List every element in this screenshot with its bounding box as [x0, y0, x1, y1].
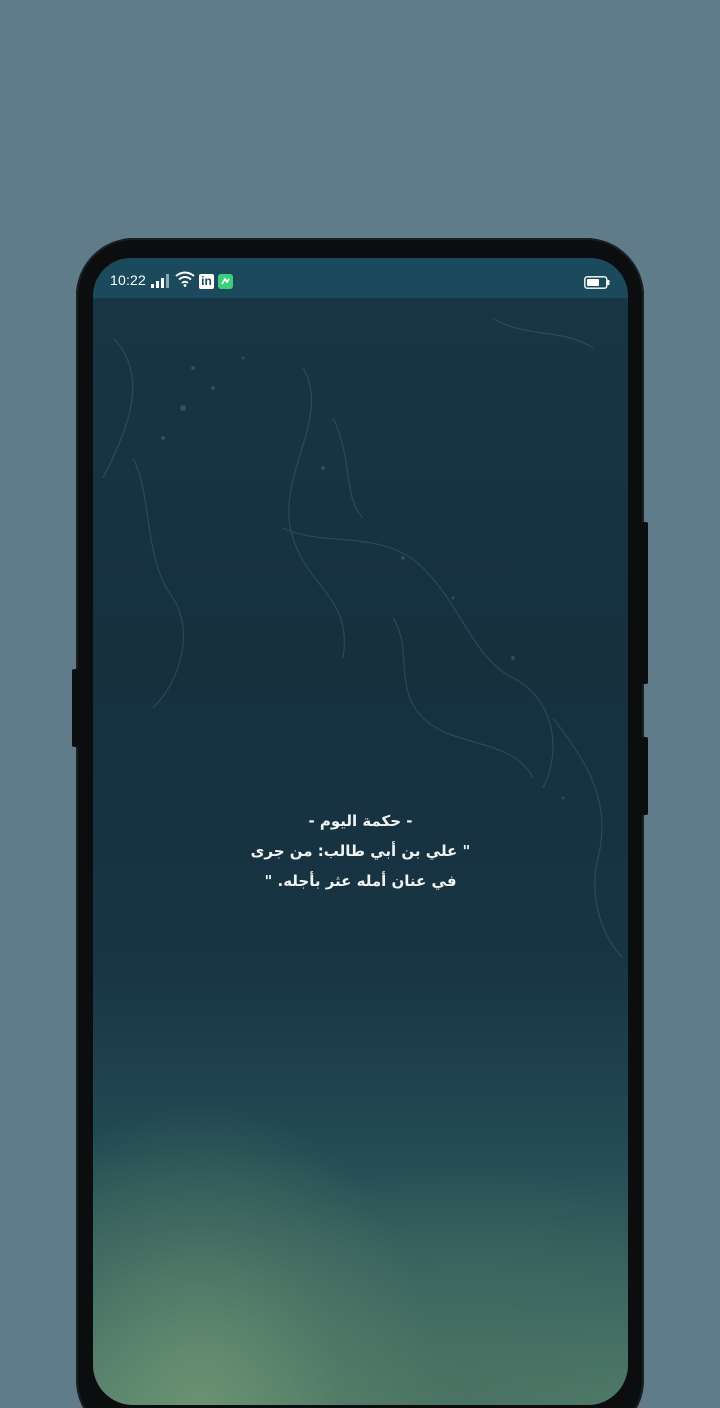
linkedin-icon: in	[199, 274, 214, 289]
signal-icon	[151, 274, 169, 288]
wisdom-title: - حكمة اليوم -	[308, 812, 413, 830]
battery-icon	[584, 276, 610, 289]
status-bar: 10:22 in	[93, 258, 628, 298]
wifi-icon	[175, 271, 195, 287]
wisdom-line-1: " علي بن أبي طالب: من جرى	[250, 842, 471, 860]
status-time: 10:22	[110, 272, 147, 288]
mockup-stage: 10:22 in - حكمة اليوم - " علي بن أبي طال…	[0, 0, 720, 1408]
phone-screen: 10:22 in - حكمة اليوم - " علي بن أبي طال…	[93, 258, 628, 1405]
app-notification-icon	[218, 274, 233, 289]
daily-wisdom: - حكمة اليوم - " علي بن أبي طالب: من جرى…	[93, 806, 628, 896]
phone-side-button-left	[72, 669, 78, 747]
phone-side-button-right-lower	[642, 737, 648, 815]
wisdom-line-2: في عنان أمله عثر بأجله. "	[264, 872, 457, 890]
phone-side-button-right-upper	[642, 522, 648, 684]
